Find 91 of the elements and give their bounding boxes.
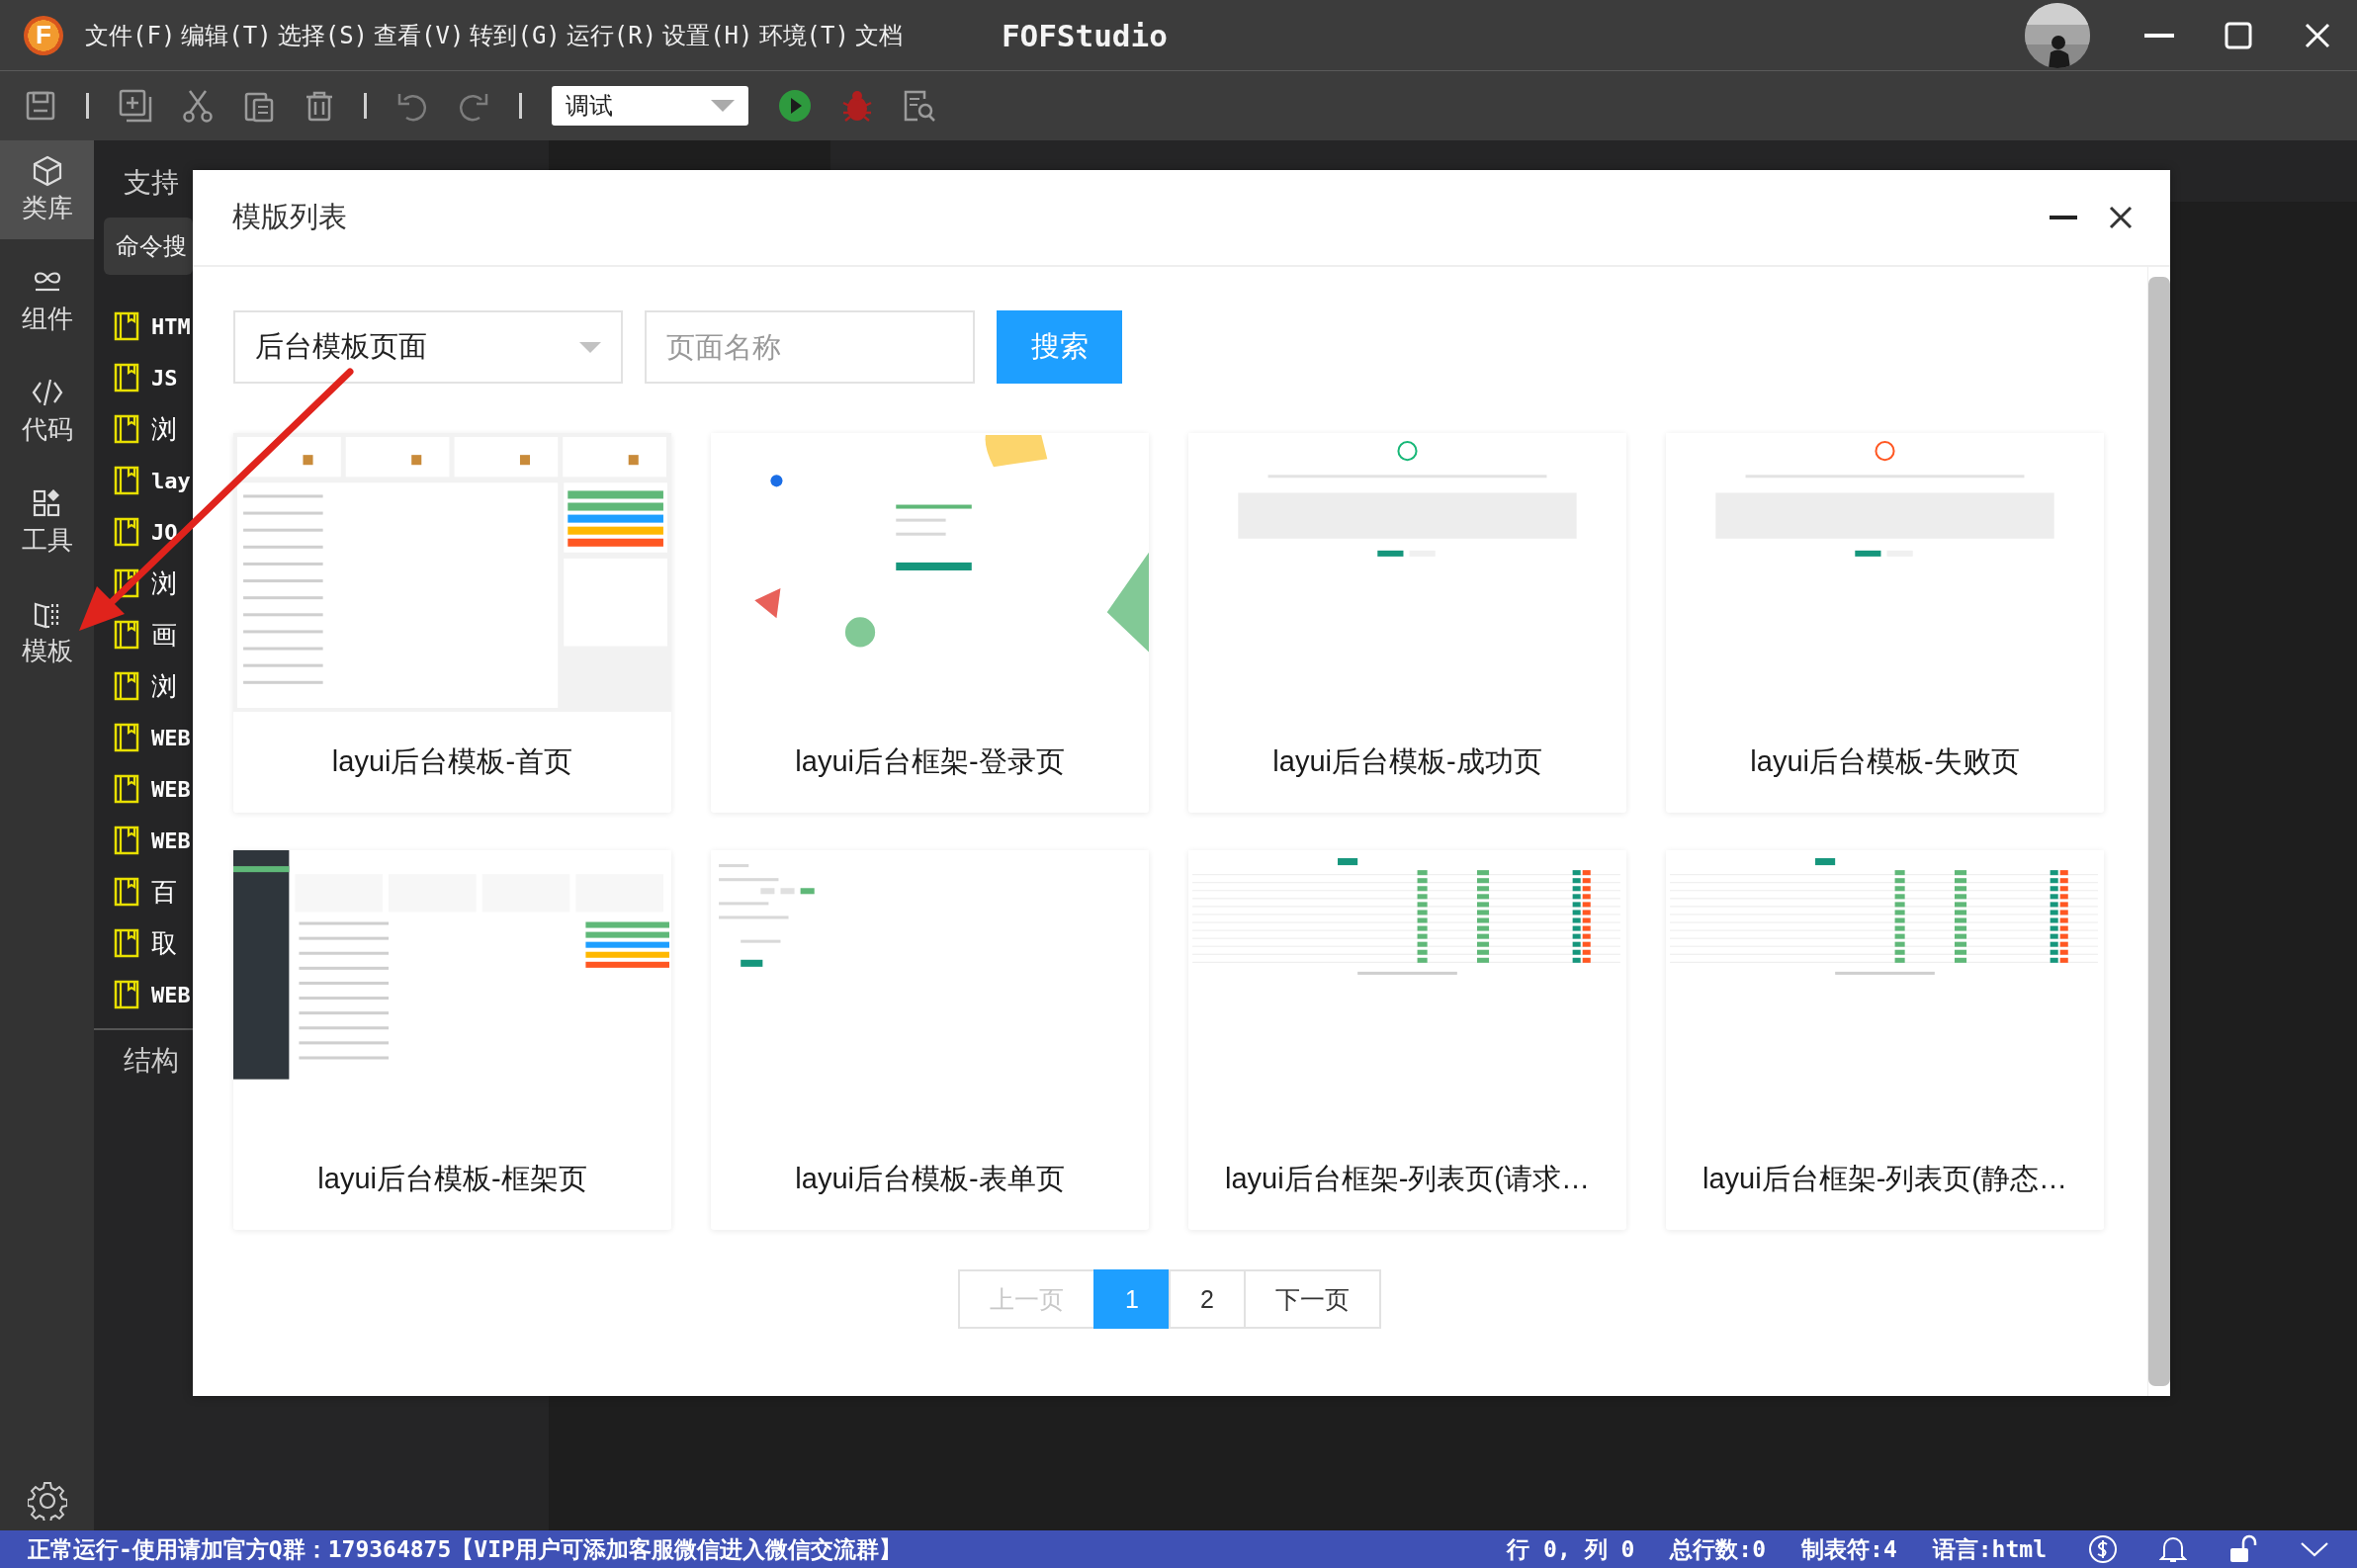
library-item[interactable]: lay (94, 455, 191, 506)
status-item: 行 0, 列 0 (1507, 1534, 1635, 1564)
dialog-title: 模版列表 (232, 200, 347, 234)
status-message: 正常运行-使用请加官方Q群：179364875【VIP用户可添加客服微信进入微信交流群】 (28, 1534, 902, 1564)
library-icon (31, 154, 63, 187)
book-icon (114, 928, 139, 958)
add-file-icon[interactable] (119, 89, 152, 123)
book-icon (114, 466, 139, 495)
menu-item[interactable]: 查看(V) (374, 17, 465, 53)
menu-item[interactable]: 转到(G) (470, 17, 561, 53)
caret-icon (579, 341, 601, 353)
activity-tab[interactable]: 工具 (0, 473, 94, 571)
template-card[interactable]: layui后台框架-登录页 (711, 433, 1149, 813)
template-name: layui后台模板-表单页 (795, 1162, 1065, 1196)
library-item[interactable]: 浏 (94, 403, 177, 455)
book-icon (114, 826, 139, 855)
status-item: 总行数:0 (1670, 1534, 1767, 1564)
menu-item[interactable]: 设置(H) (662, 17, 753, 53)
library-item[interactable]: 浏 (94, 558, 177, 609)
template-name: layui后台模板-成功页 (1272, 744, 1542, 779)
template-name: layui后台框架-登录页 (795, 744, 1065, 779)
library-item[interactable]: JS (94, 352, 178, 403)
template-card[interactable]: layui后台模板-成功页 (1188, 433, 1626, 813)
chevron-down-icon[interactable] (2300, 1541, 2329, 1557)
template-card[interactable]: layui后台框架-列表页(请求… (1188, 850, 1626, 1230)
scrollbar-thumb[interactable] (2148, 277, 2170, 1386)
lock-icon[interactable] (2228, 1534, 2258, 1564)
caret-icon (711, 100, 735, 112)
panel-title: 结构 (123, 1044, 179, 1078)
template-name: layui后台模板-框架页 (317, 1162, 587, 1196)
book-icon (114, 620, 139, 650)
library-item[interactable]: WEB (94, 712, 191, 763)
menu-item[interactable]: 环境(T) (758, 17, 849, 53)
close-icon[interactable] (2109, 206, 2133, 229)
run-mode-dropdown[interactable]: 调试 (552, 86, 748, 126)
template-card[interactable]: layui后台模板-首页 (233, 433, 671, 813)
page-name-field[interactable]: 页面名称 (645, 310, 975, 384)
save-icon[interactable] (25, 90, 56, 122)
library-item[interactable]: WEB (94, 969, 191, 1020)
status-item: 制表符:4 (1801, 1534, 1897, 1564)
template-card[interactable]: layui后台模板-失败页 (1666, 433, 2104, 813)
template-name: layui后台模板-首页 (331, 744, 573, 779)
page-button[interactable]: 2 (1169, 1269, 1246, 1329)
bell-icon[interactable] (2159, 1534, 2187, 1564)
window-title: FOFStudio (1001, 17, 1168, 53)
activity-tab[interactable]: 模板 (0, 583, 94, 682)
book-icon (114, 311, 139, 341)
library-item[interactable]: WEB (94, 815, 191, 866)
book-icon (114, 877, 139, 907)
library-item[interactable]: 百 (94, 866, 177, 917)
cut-icon[interactable] (182, 89, 214, 123)
book-icon (114, 517, 139, 547)
menu-item[interactable]: 运行(R) (566, 17, 657, 53)
menu-item[interactable]: 文档 (854, 17, 903, 53)
book-icon (114, 671, 139, 701)
book-icon (114, 774, 139, 804)
category-select[interactable]: 后台模板页面 (233, 310, 623, 384)
template-name: layui后台框架-列表页(静态… (1702, 1162, 2067, 1196)
maximize-icon[interactable] (2225, 21, 2252, 49)
panel-title: 支持 (123, 166, 179, 200)
book-icon (114, 568, 139, 598)
delete-icon[interactable] (305, 90, 334, 122)
document-search-icon[interactable] (903, 89, 936, 123)
app-logo: F (24, 15, 63, 55)
library-item[interactable]: 取 (94, 917, 177, 969)
activity-tab[interactable]: 类库 (0, 140, 94, 239)
book-icon (114, 363, 139, 392)
command-search-field[interactable]: 命令搜 (104, 218, 193, 275)
menu-item[interactable]: 文件(F) (85, 17, 176, 53)
template-name: layui后台框架-列表页(请求… (1225, 1162, 1590, 1196)
book-icon (114, 980, 139, 1009)
template-name: layui后台模板-失败页 (1750, 744, 2020, 779)
library-item[interactable]: 画 (94, 609, 177, 660)
minimize-icon[interactable] (2144, 33, 2174, 38)
template-card[interactable]: layui后台模板-框架页 (233, 850, 671, 1230)
menu-item[interactable]: 编辑(T) (181, 17, 272, 53)
menu-item[interactable]: 选择(S) (277, 17, 369, 53)
library-item[interactable]: HTM (94, 301, 191, 352)
status-item: 语言:html (1932, 1534, 2047, 1564)
settings-icon[interactable] (27, 1481, 67, 1521)
play-icon[interactable] (778, 89, 812, 123)
activity-tab[interactable]: 代码 (0, 362, 94, 461)
template-card[interactable]: layui后台模板-表单页 (711, 850, 1149, 1230)
book-icon (114, 723, 139, 752)
template-card[interactable]: layui后台框架-列表页(静态… (1666, 850, 2104, 1230)
next-page-button[interactable]: 下一页 (1243, 1269, 1381, 1329)
book-icon (114, 414, 139, 444)
activity-tab[interactable]: 组件 (0, 251, 94, 350)
library-item[interactable]: WEB (94, 763, 191, 815)
dollar-icon[interactable] (2088, 1534, 2118, 1564)
library-item[interactable]: 浏 (94, 660, 177, 712)
